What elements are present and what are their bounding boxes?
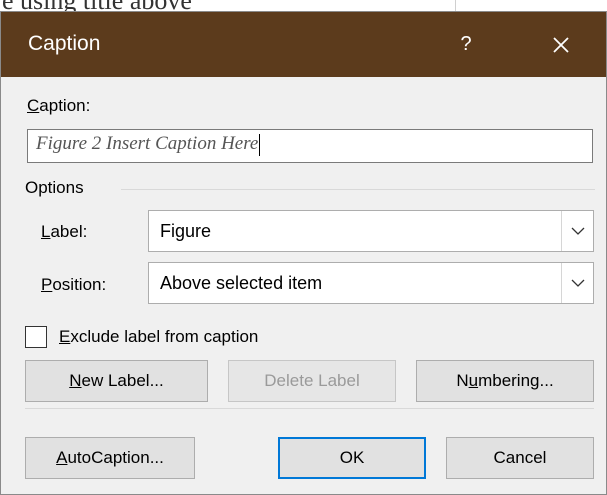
close-icon	[553, 37, 569, 53]
options-group-label: Options	[25, 178, 84, 197]
position-field-label: Position:	[41, 275, 107, 294]
dialog-title: Caption	[28, 32, 101, 55]
delete-label-button[interactable]: Delete Label	[228, 360, 396, 402]
position-dropdown[interactable]: Above selected item	[148, 262, 594, 304]
new-label-button[interactable]: New Label...	[25, 360, 208, 402]
position-dropdown-button[interactable]	[561, 263, 593, 303]
exclude-label-text[interactable]: Exclude label from caption	[59, 327, 258, 347]
help-button[interactable]: ?	[441, 22, 491, 67]
chevron-down-icon	[571, 227, 584, 235]
caption-dialog: Caption ? Caption: Figure 2 Insert Capti…	[0, 11, 607, 495]
cancel-button[interactable]: Cancel	[446, 437, 594, 479]
caption-label: Caption:	[27, 96, 91, 115]
button-separator	[25, 408, 594, 409]
title-bar[interactable]: Caption ?	[1, 12, 606, 77]
position-dropdown-value: Above selected item	[160, 273, 323, 293]
close-button[interactable]	[531, 22, 591, 67]
text-caret	[259, 133, 261, 156]
label-dropdown-button[interactable]	[561, 211, 593, 251]
label-dropdown-value: Figure	[160, 221, 212, 241]
label-field-label: Label:	[41, 222, 88, 241]
chevron-down-icon	[571, 279, 584, 287]
caption-input[interactable]: Figure 2 Insert Caption Here	[27, 129, 593, 163]
options-group-divider	[121, 189, 595, 190]
label-dropdown[interactable]: Figure	[148, 210, 594, 252]
exclude-label-checkbox[interactable]	[25, 326, 47, 348]
caption-text: Figure 2 Insert Caption Here	[36, 133, 259, 154]
autocaption-button[interactable]: AutoCaption...	[25, 437, 195, 479]
numbering-button[interactable]: Numbering...	[416, 360, 594, 402]
ok-button[interactable]: OK	[278, 437, 426, 479]
